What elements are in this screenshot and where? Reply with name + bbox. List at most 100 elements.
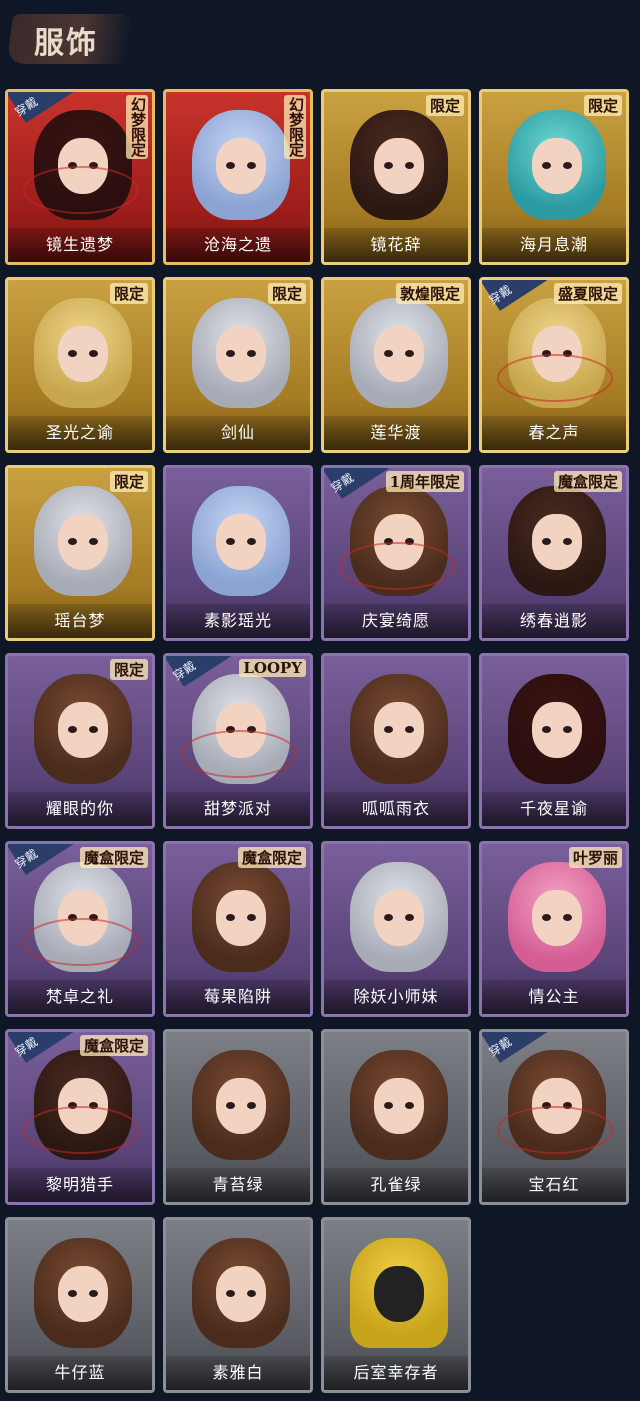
costume-card[interactable]: 素雅白 — [163, 1217, 313, 1393]
costume-name: 瑶台梦 — [8, 604, 152, 638]
limited-tag: 叶罗丽 — [568, 847, 622, 868]
equipped-ring — [181, 730, 297, 778]
costume-name: 莓果陷阱 — [166, 980, 310, 1014]
portrait-eye — [405, 350, 414, 357]
portrait-eye — [542, 538, 551, 545]
portrait-face — [58, 326, 108, 382]
costume-card[interactable]: 限定 剑仙 — [163, 277, 313, 453]
portrait-eye — [542, 162, 551, 169]
costume-card[interactable]: 穿戴 LOOPY 甜梦派对 — [163, 653, 313, 829]
equipped-ring — [23, 1106, 139, 1154]
portrait-eye — [89, 726, 98, 733]
costume-card[interactable]: 限定瑶台梦 — [5, 465, 155, 641]
portrait-eye — [247, 1102, 256, 1109]
portrait-eye — [247, 538, 256, 545]
page-header: 服饰 — [0, 0, 640, 80]
portrait-eye — [247, 1290, 256, 1297]
costume-card[interactable]: 穿戴 魔盒限定 梵卓之礼 — [5, 841, 155, 1017]
limited-tag: 盛夏限定 — [553, 283, 622, 304]
portrait-face — [374, 890, 424, 946]
costume-card[interactable]: 青苔绿 — [163, 1029, 313, 1205]
equipped-ring — [23, 166, 139, 214]
equipped-ring — [339, 542, 455, 590]
portrait-eye — [542, 914, 551, 921]
costume-card[interactable]: 牛仔蓝 — [5, 1217, 155, 1393]
portrait-eye — [563, 726, 572, 733]
costume-name: 沧海之遗 — [166, 228, 310, 262]
costume-name: 春之声 — [482, 416, 626, 450]
costume-name: 呱呱雨衣 — [324, 792, 468, 826]
portrait-eye — [89, 538, 98, 545]
costume-card[interactable]: 穿戴 盛夏限定 春之声 — [479, 277, 629, 453]
limited-tag: 限定 — [267, 283, 306, 304]
costume-card[interactable]: 限定圣光之谕 — [5, 277, 155, 453]
portrait-eye — [68, 350, 77, 357]
costume-name: 孔雀绿 — [324, 1168, 468, 1202]
limited-tag: 限定 — [109, 283, 148, 304]
portrait-eye — [384, 726, 393, 733]
costume-name: 后室幸存者 — [324, 1356, 468, 1390]
costume-card[interactable]: 穿戴 魔盒限定 黎明猎手 — [5, 1029, 155, 1205]
portrait-face — [374, 326, 424, 382]
costume-card[interactable]: 除妖小师妹 — [321, 841, 471, 1017]
costume-card[interactable]: 敦煌限定 莲华渡 — [321, 277, 471, 453]
portrait-face — [58, 702, 108, 758]
costume-card[interactable]: 限定 海月息潮 — [479, 89, 629, 265]
costume-card[interactable]: 素影瑶光 — [163, 465, 313, 641]
portrait-eye — [68, 1290, 77, 1297]
costume-name: 莲华渡 — [324, 416, 468, 450]
portrait-eye — [563, 914, 572, 921]
portrait-eye — [226, 538, 235, 545]
portrait-eye — [405, 914, 414, 921]
portrait-eye — [226, 1290, 235, 1297]
limited-tag: 限定 — [425, 95, 464, 116]
costume-name: 千夜星谕 — [482, 792, 626, 826]
costume-card[interactable]: 限定 镜花辞 — [321, 89, 471, 265]
costume-card[interactable]: 叶罗丽 情公主 — [479, 841, 629, 1017]
costume-name: 除妖小师妹 — [324, 980, 468, 1014]
portrait-eye — [384, 162, 393, 169]
portrait-eye — [405, 726, 414, 733]
portrait-face — [216, 138, 266, 194]
limited-tag: 魔盒限定 — [553, 471, 622, 492]
portrait-eye — [247, 350, 256, 357]
limited-tag: 限定 — [109, 471, 148, 492]
portrait-face — [216, 514, 266, 570]
portrait-face — [374, 1266, 424, 1322]
costume-name: 庆宴绮愿 — [324, 604, 468, 638]
costume-name: 素雅白 — [166, 1356, 310, 1390]
costume-card[interactable]: 魔盒限定绣春逍影 — [479, 465, 629, 641]
costume-card[interactable]: 穿戴 1周年限定 庆宴绮愿 — [321, 465, 471, 641]
costume-name: 绣春逍影 — [482, 604, 626, 638]
costume-card[interactable]: 魔盒限定 莓果陷阱 — [163, 841, 313, 1017]
limited-tag: 魔盒限定 — [79, 847, 148, 868]
portrait-face — [58, 1266, 108, 1322]
costume-card[interactable]: 呱呱雨衣 — [321, 653, 471, 829]
portrait-face — [216, 326, 266, 382]
portrait-face — [216, 890, 266, 946]
costume-card[interactable]: 穿戴 宝石红 — [479, 1029, 629, 1205]
portrait-face — [532, 702, 582, 758]
portrait-eye — [405, 162, 414, 169]
costume-card[interactable]: 限定耀眼的你 — [5, 653, 155, 829]
equipped-ring — [497, 354, 613, 402]
portrait-face — [58, 514, 108, 570]
portrait-eye — [68, 538, 77, 545]
costume-name: 耀眼的你 — [8, 792, 152, 826]
portrait-eye — [384, 350, 393, 357]
costume-card[interactable]: 穿戴 幻梦限定 镜生遗梦 — [5, 89, 155, 265]
portrait-face — [374, 1078, 424, 1134]
costume-card[interactable]: 孔雀绿 — [321, 1029, 471, 1205]
portrait-eye — [384, 1102, 393, 1109]
portrait-face — [532, 514, 582, 570]
portrait-face — [374, 138, 424, 194]
costume-card[interactable]: 后室幸存者 — [321, 1217, 471, 1393]
costume-name: 圣光之谕 — [8, 416, 152, 450]
limited-tag: 限定 — [109, 659, 148, 680]
portrait-eye — [68, 726, 77, 733]
costume-name: 素影瑶光 — [166, 604, 310, 638]
costume-card[interactable]: 幻梦限定 沧海之遗 — [163, 89, 313, 265]
costume-name: 青苔绿 — [166, 1168, 310, 1202]
costume-name: 甜梦派对 — [166, 792, 310, 826]
costume-card[interactable]: 千夜星谕 — [479, 653, 629, 829]
